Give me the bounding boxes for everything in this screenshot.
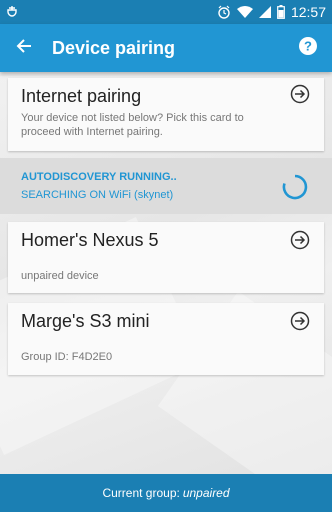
internet-pairing-card[interactable]: Internet pairing Your device not listed … xyxy=(8,78,324,151)
device-name: Marge's S3 mini xyxy=(21,311,150,331)
alarm-icon xyxy=(217,5,231,19)
autodiscovery-status-label: AUTODISCOVERY RUNNING.. xyxy=(21,171,177,183)
signal-icon xyxy=(258,6,271,18)
battery-icon xyxy=(277,5,285,19)
status-bar: 12:57 xyxy=(0,0,332,24)
card-description: Your device not listed below? Pick this … xyxy=(21,112,244,138)
page-title: Device pairing xyxy=(52,37,176,58)
current-group-bar: Current group: unpaired xyxy=(0,474,332,512)
loading-spinner-icon xyxy=(282,174,308,200)
arrow-back-icon xyxy=(16,38,32,59)
help-icon: ? xyxy=(298,36,318,61)
wifi-icon xyxy=(236,6,253,18)
arrow-forward-circle-icon xyxy=(290,84,310,104)
device-info: unpaired device xyxy=(21,270,99,282)
svg-text:?: ? xyxy=(304,38,312,53)
current-group-value: unpaired xyxy=(182,486,230,500)
device-info: Group ID: F4D2E0 xyxy=(21,351,113,363)
arrow-forward-circle-icon xyxy=(290,311,310,331)
back-button[interactable] xyxy=(0,24,48,72)
card-title: Internet pairing xyxy=(21,86,142,106)
device-card[interactable]: Marge's S3 mini Group ID: F4D2E0 xyxy=(8,303,324,375)
autodiscovery-detail-label: SEARCHING ON WiFi (skynet) xyxy=(21,189,174,201)
arrow-forward-circle-icon xyxy=(290,230,310,250)
clock-time: 12:57 xyxy=(290,4,326,20)
help-button[interactable]: ? xyxy=(284,24,332,72)
device-name: Homer's Nexus 5 xyxy=(21,230,159,250)
device-card[interactable]: Homer's Nexus 5 unpaired device xyxy=(8,222,324,293)
app-bar: Device pairing ? xyxy=(0,24,332,72)
current-group-label: Current group: xyxy=(102,486,180,500)
android-debug-icon xyxy=(6,4,18,20)
